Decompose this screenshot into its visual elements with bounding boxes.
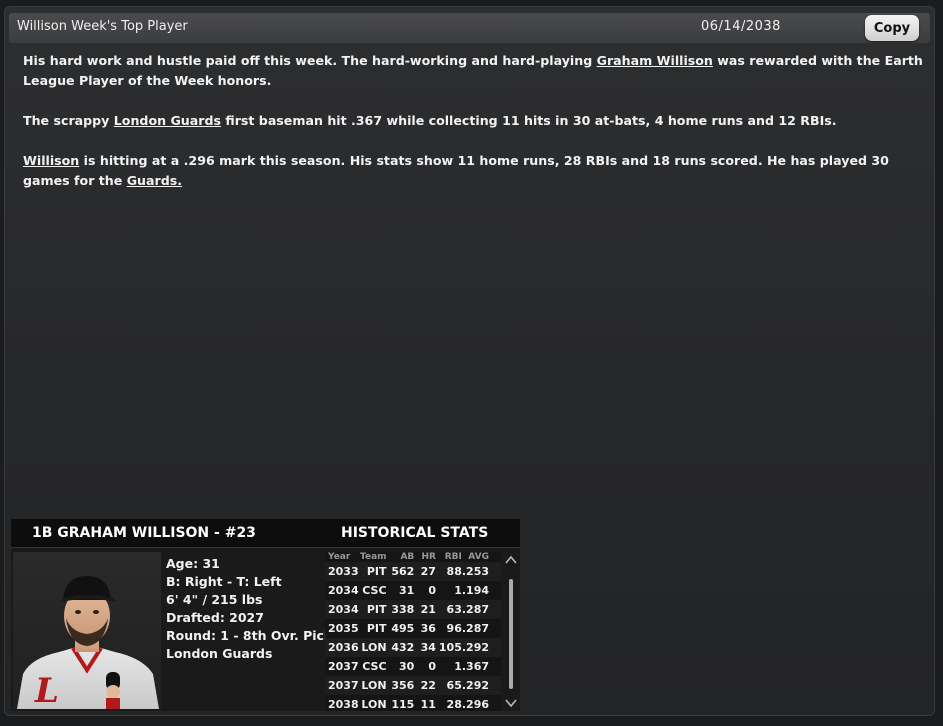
table-row: 2036 LON 432 34 105 .292 xyxy=(325,638,501,657)
stats-rbi: 65 xyxy=(435,676,462,695)
bio-bats-throws: B: Right - T: Left xyxy=(166,574,282,589)
chevron-down-icon[interactable] xyxy=(504,697,518,709)
stats-year: 2034 xyxy=(325,600,359,619)
player-bio: Age: 31 B: Right - T: Left 6' 4" / 215 l… xyxy=(166,555,332,663)
player-photo[interactable]: L xyxy=(13,552,161,709)
stats-ab: 495 xyxy=(391,622,415,635)
svg-text:L: L xyxy=(34,671,59,709)
stats-team: LON xyxy=(358,638,387,657)
stats-avg: .296 xyxy=(461,698,489,711)
stats-ab: 356 xyxy=(386,676,415,695)
stats-avg: .287 xyxy=(461,600,501,619)
stats-year: 2037 xyxy=(325,676,359,695)
table-row: 2037 LON 356 22 65 .292 xyxy=(325,676,501,695)
stats-avg: .367 xyxy=(461,660,489,673)
stats-hr: 11 xyxy=(420,698,436,711)
stats-ab: 562 xyxy=(386,562,415,581)
stats-hr: 0 xyxy=(428,660,436,673)
stats-hr: 0 xyxy=(428,584,436,597)
bio-size: 6' 4" / 215 lbs xyxy=(166,592,263,607)
table-row: 2035 PIT 495 36 96 .287 xyxy=(325,619,501,638)
stats-hr: 21 xyxy=(414,600,436,619)
stats-avg: .194 xyxy=(461,584,489,597)
stats-year: 2038 xyxy=(328,698,359,711)
article-text: The scrappy xyxy=(23,113,114,128)
stats-team: CSC xyxy=(362,584,387,597)
team-link[interactable]: London Guards xyxy=(114,113,221,128)
stats-header-rbi: RBI xyxy=(444,552,462,562)
player-link-short[interactable]: Willison xyxy=(23,153,79,168)
scrollbar-thumb[interactable] xyxy=(509,579,513,689)
article-paragraph-3: Willison is hitting at a .296 mark this … xyxy=(23,151,923,191)
stats-header-year: Year xyxy=(328,552,351,562)
chevron-up-icon[interactable] xyxy=(504,554,518,566)
stats-team: LON xyxy=(361,698,387,711)
bio-drafted: Drafted: 2027 xyxy=(166,610,264,625)
stats-year: 2036 xyxy=(325,638,359,657)
bio-age: Age: 31 xyxy=(166,556,220,571)
stats-ab: 115 xyxy=(391,698,415,711)
table-row: 2034 PIT 338 21 63 .287 xyxy=(325,600,501,619)
player-name[interactable]: 1B GRAHAM WILLISON - #23 xyxy=(32,525,256,541)
stats-rbi: 105 xyxy=(435,638,462,657)
stats-hr: 36 xyxy=(420,622,436,635)
table-row: 2038 LON 115 11 28 .296 xyxy=(325,695,501,711)
article-paragraph-2: The scrappy London Guards first baseman … xyxy=(23,111,923,131)
stats-header-hr: HR xyxy=(421,552,436,562)
stats-ab: 31 xyxy=(398,584,415,597)
article-paragraph-1: His hard work and hustle paid off this w… xyxy=(23,51,923,91)
stats-year: 2033 xyxy=(325,562,359,581)
player-card-header: 1B GRAHAM WILLISON - #23 HISTORICAL STAT… xyxy=(11,519,520,548)
historical-stats-title: HISTORICAL STATS xyxy=(341,525,489,541)
stats-team: PIT xyxy=(358,562,387,581)
stats-rbi: 63 xyxy=(435,600,462,619)
table-row: 2033 PIT 562 27 88 .253 xyxy=(325,562,501,581)
stats-team: PIT xyxy=(366,622,387,635)
article-text: His hard work and hustle paid off this w… xyxy=(23,53,597,68)
stats-avg: .253 xyxy=(461,562,501,581)
stats-avg: .292 xyxy=(461,638,501,657)
stats-ab: 432 xyxy=(386,638,415,657)
stats-header-row: Year Team AB HR RBI AVG xyxy=(325,552,501,562)
team-link-short[interactable]: Guards. xyxy=(127,173,182,188)
stats-header-team: Team xyxy=(360,552,387,562)
stats-team: CSC xyxy=(362,660,387,673)
player-card: 1B GRAHAM WILLISON - #23 HISTORICAL STAT… xyxy=(11,519,520,711)
stats-rbi: 1 xyxy=(454,660,462,673)
stats-ab: 30 xyxy=(398,660,415,673)
article-text: first baseman hit .367 while collecting … xyxy=(220,113,837,128)
stats-avg: .287 xyxy=(461,622,489,635)
title-bar: Willison Week's Top Player 06/14/2038 Co… xyxy=(9,13,930,43)
stats-ab: 338 xyxy=(386,600,415,619)
stats-rbi: 1 xyxy=(454,584,462,597)
stats-year: 2034 xyxy=(328,584,359,597)
table-row: 2037 CSC 30 0 1 .367 xyxy=(325,657,501,676)
stats-year: 2035 xyxy=(328,622,359,635)
stats-header-ab: AB xyxy=(400,552,415,562)
historical-stats-table[interactable]: Year Team AB HR RBI AVG 2033 PIT 562 27 … xyxy=(325,552,501,711)
stats-header-avg: AVG xyxy=(468,552,489,562)
stats-avg: .292 xyxy=(461,676,501,695)
player-link[interactable]: Graham Willison xyxy=(597,53,713,68)
table-row: 2034 CSC 31 0 1 .194 xyxy=(325,581,501,600)
bio-team[interactable]: London Guards xyxy=(166,645,332,663)
stats-hr: 22 xyxy=(414,676,436,695)
stats-scrollbar[interactable] xyxy=(504,554,518,709)
player-avatar-image: L xyxy=(17,576,159,709)
stats-hr: 27 xyxy=(414,562,436,581)
stats-rbi: 88 xyxy=(435,562,462,581)
stats-team: LON xyxy=(358,676,387,695)
stats-rbi: 96 xyxy=(446,622,462,635)
stats-team: PIT xyxy=(358,600,387,619)
stats-rbi: 28 xyxy=(446,698,462,711)
copy-button[interactable]: Copy xyxy=(865,15,919,41)
article-body: His hard work and hustle paid off this w… xyxy=(23,51,923,211)
article-title: Willison Week's Top Player xyxy=(17,19,188,34)
article-date: 06/14/2038 xyxy=(701,19,781,34)
stats-hr: 34 xyxy=(414,638,436,657)
stats-year: 2037 xyxy=(328,660,359,673)
bio-round: Round: 1 - 8th Ovr. Pick xyxy=(166,628,333,643)
